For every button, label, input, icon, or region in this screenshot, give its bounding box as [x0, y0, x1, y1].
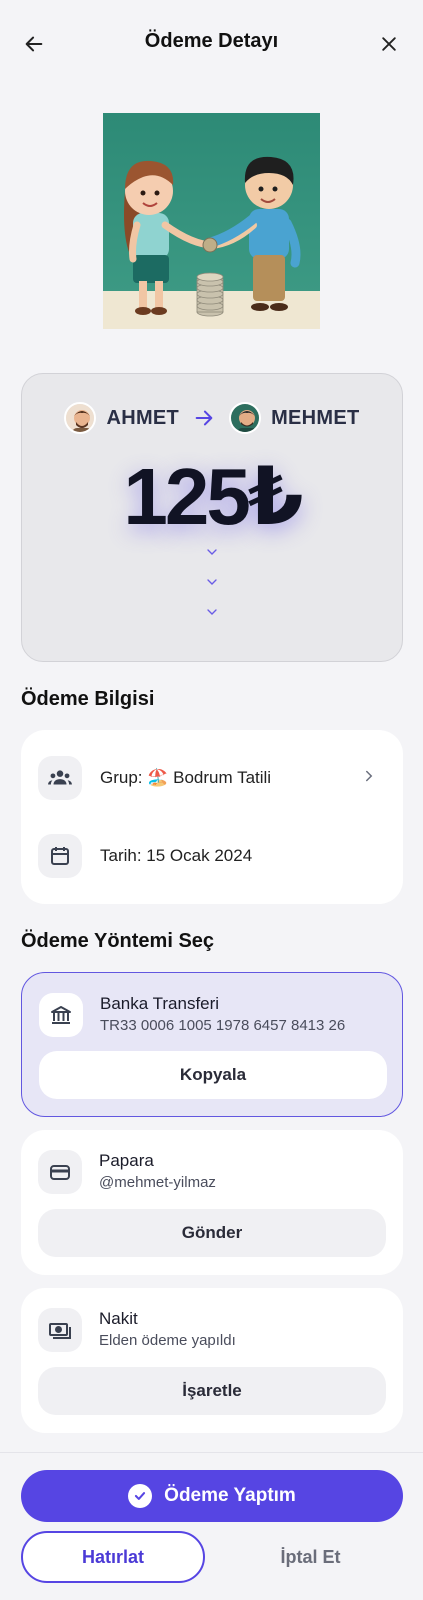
payment-info-heading: Ödeme Bilgisi [21, 688, 155, 710]
chevron-down-icon [207, 579, 217, 585]
avatar-from [64, 402, 97, 434]
method-card-cash[interactable]: Nakit Elden ödeme yapıldı İşaretle [21, 1288, 403, 1433]
method-name: Papara [99, 1151, 154, 1170]
send-button[interactable]: Gönder [38, 1209, 386, 1257]
transfer-amount-card: AHMET MEHMET 125₺ [21, 373, 403, 662]
check-icon [128, 1484, 153, 1508]
transfer-parties: AHMET MEHMET [22, 402, 402, 434]
chevron-stack [22, 544, 402, 620]
method-name: Nakit [99, 1309, 138, 1328]
close-button[interactable] [371, 26, 407, 62]
action-footer: Ödeme Yaptım Hatırlat İptal Et [0, 1452, 423, 1600]
date-label: Tarih: 15 Ocak 2024 [100, 846, 253, 865]
method-card-bank[interactable]: Banka Transferi TR33 0006 1005 1978 6457… [21, 972, 403, 1117]
group-row[interactable]: Grup: 🏖️ Bodrum Tatili [38, 756, 386, 800]
method-header: Papara @mehmet-yilmaz [38, 1150, 216, 1194]
arrow-right-icon [195, 410, 213, 426]
chevron-right-icon [366, 770, 373, 782]
cash-note: Elden ödeme yapıldı [99, 1332, 236, 1349]
paid-button-label: Ödeme Yaptım [164, 1485, 296, 1506]
close-icon [382, 37, 396, 51]
payment-illustration [103, 113, 320, 329]
paid-button[interactable]: Ödeme Yaptım [21, 1470, 403, 1522]
mark-button[interactable]: İşaretle [38, 1367, 386, 1415]
method-header: Banka Transferi TR33 0006 1005 1978 6457… [39, 993, 345, 1037]
bank-icon [39, 993, 83, 1037]
wallet-icon [38, 1150, 82, 1194]
app-header: Ödeme Detayı [0, 0, 423, 86]
group-icon [38, 756, 82, 800]
cash-icon [38, 1308, 82, 1352]
calendar-icon [38, 834, 82, 878]
cancel-button[interactable]: İptal Et [218, 1531, 403, 1583]
page-title: Ödeme Detayı [144, 30, 279, 52]
group-label: Grup: 🏖️ Bodrum Tatili [100, 768, 272, 787]
date-row: Tarih: 15 Ocak 2024 [38, 834, 386, 878]
method-header: Nakit Elden ödeme yapıldı [38, 1308, 236, 1352]
remind-button[interactable]: Hatırlat [21, 1531, 205, 1583]
chevron-down-icon [207, 549, 217, 555]
payment-method-heading: Ödeme Yöntemi Seç [21, 930, 215, 952]
papara-handle: @mehmet-yilmaz [99, 1174, 216, 1191]
payment-amount: 125₺ [123, 452, 303, 541]
payment-info-card: Grup: 🏖️ Bodrum Tatili Tarih: 15 Ocak 20… [21, 730, 403, 904]
avatar-to [229, 402, 262, 434]
to-name: MEHMET [271, 406, 360, 429]
from-name: AHMET [106, 406, 180, 429]
method-card-papara[interactable]: Papara @mehmet-yilmaz Gönder [21, 1130, 403, 1275]
copy-button[interactable]: Kopyala [39, 1051, 387, 1099]
method-name: Banka Transferi [100, 994, 220, 1013]
iban-text: TR33 0006 1005 1978 6457 8413 26 [100, 1017, 346, 1034]
chevron-down-icon [207, 609, 217, 615]
